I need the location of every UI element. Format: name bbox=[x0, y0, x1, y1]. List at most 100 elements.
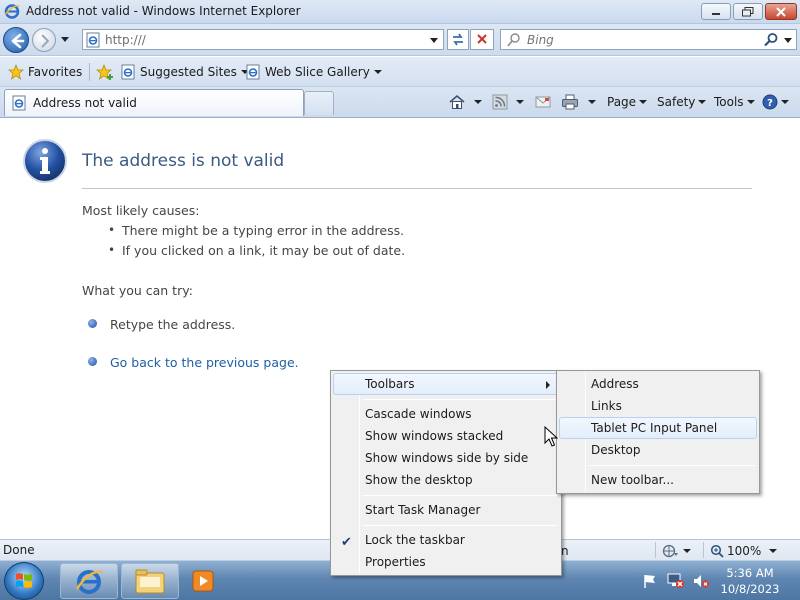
start-button[interactable] bbox=[4, 562, 44, 600]
svg-text:?: ? bbox=[767, 98, 773, 109]
add-favorite-icon bbox=[96, 64, 113, 80]
print-button[interactable] bbox=[561, 92, 579, 112]
search-icon[interactable] bbox=[763, 32, 779, 48]
menu-item-properties[interactable]: Properties bbox=[333, 551, 559, 573]
search-input[interactable] bbox=[527, 32, 757, 48]
menu-separator bbox=[589, 465, 755, 466]
stop-button[interactable] bbox=[470, 29, 494, 50]
help-icon: ? bbox=[762, 94, 778, 110]
tools-menu-label: Tools bbox=[714, 95, 744, 109]
clock-time: 5:36 AM bbox=[726, 566, 774, 580]
home-dropdown-icon[interactable] bbox=[474, 100, 482, 104]
try-item-retype: Retype the address. bbox=[110, 317, 236, 332]
menu-separator bbox=[363, 399, 557, 400]
menu-item-desktop-toolbar[interactable]: Desktop bbox=[559, 439, 757, 461]
help-button[interactable]: ? bbox=[762, 92, 789, 112]
feeds-button[interactable] bbox=[492, 92, 508, 112]
globe-settings-icon bbox=[662, 544, 678, 557]
address-input[interactable] bbox=[105, 32, 425, 48]
chevron-down-icon bbox=[746, 100, 755, 104]
menu-item-tablet-pc-input-panel[interactable]: Tablet PC Input Panel bbox=[559, 417, 757, 439]
menu-item-label: Tablet PC Input Panel bbox=[591, 421, 718, 435]
suggested-sites-link[interactable]: Suggested Sites bbox=[120, 62, 249, 82]
chevron-down-icon bbox=[373, 70, 382, 74]
back-button[interactable] bbox=[3, 27, 29, 53]
home-icon bbox=[449, 95, 465, 109]
menu-item-label: Start Task Manager bbox=[365, 503, 481, 517]
favorites-button[interactable]: Favorites bbox=[8, 62, 82, 82]
web-slice-gallery-link[interactable]: Web Slice Gallery bbox=[245, 62, 382, 82]
menu-item-show-windows-stacked[interactable]: Show windows stacked bbox=[333, 425, 559, 447]
title-bar[interactable]: Address not valid - Windows Internet Exp… bbox=[0, 0, 800, 24]
system-clock[interactable]: 5:36 AM 10/8/2023 bbox=[706, 565, 794, 597]
close-icon bbox=[776, 6, 786, 17]
internet-explorer-icon bbox=[4, 4, 20, 19]
action-center-flag-icon[interactable] bbox=[642, 573, 658, 589]
safety-menu-button[interactable]: Safety bbox=[657, 92, 707, 112]
menu-item-links-toolbar[interactable]: Links bbox=[559, 395, 757, 417]
page-menu-label: Page bbox=[607, 95, 637, 109]
printer-icon bbox=[562, 94, 578, 110]
ie-page-icon bbox=[246, 64, 260, 80]
taskbar-windows-explorer[interactable] bbox=[121, 563, 179, 599]
forward-arrow-icon bbox=[41, 34, 50, 48]
navigation-bar bbox=[0, 24, 800, 56]
tools-menu-button[interactable]: Tools bbox=[714, 92, 755, 112]
menu-item-toolbars[interactable]: Toolbars bbox=[333, 373, 559, 395]
home-button[interactable] bbox=[448, 92, 466, 112]
page-menu-button[interactable]: Page bbox=[607, 92, 648, 112]
address-dropdown-icon[interactable] bbox=[428, 33, 440, 47]
cause-item: There might be a typing error in the add… bbox=[122, 223, 405, 238]
maximize-button[interactable] bbox=[733, 3, 763, 20]
cause-item: If you clicked on a link, it may be out … bbox=[122, 243, 406, 258]
menu-item-cascade-windows[interactable]: Cascade windows bbox=[333, 403, 559, 425]
menu-item-lock-taskbar[interactable]: ✔ Lock the taskbar bbox=[333, 529, 559, 551]
print-dropdown-icon[interactable] bbox=[588, 100, 596, 104]
search-box[interactable] bbox=[500, 29, 797, 50]
search-options-dropdown-icon[interactable] bbox=[782, 33, 794, 47]
stop-icon bbox=[477, 34, 487, 44]
network-disconnected-icon[interactable] bbox=[667, 573, 685, 589]
menu-item-label: Links bbox=[591, 399, 622, 413]
zone-text: n bbox=[561, 543, 569, 558]
forward-button[interactable] bbox=[32, 28, 56, 52]
toolbars-submenu: Address Links Tablet PC Input Panel Desk… bbox=[556, 370, 760, 494]
taskbar-media-player[interactable] bbox=[181, 563, 225, 599]
menu-item-label: New toolbar... bbox=[591, 473, 674, 487]
add-to-favorites-bar-button[interactable] bbox=[96, 62, 114, 82]
tab-bar: Address not valid Page Safety Tools ? bbox=[0, 87, 800, 118]
menu-item-start-task-manager[interactable]: Start Task Manager bbox=[333, 499, 559, 521]
minimize-button[interactable] bbox=[701, 3, 731, 20]
safety-menu-label: Safety bbox=[657, 95, 696, 109]
menu-item-label: Show windows stacked bbox=[365, 429, 504, 443]
blue-bullet-icon bbox=[88, 357, 97, 366]
close-button[interactable] bbox=[765, 3, 797, 20]
menu-item-address-toolbar[interactable]: Address bbox=[559, 373, 757, 395]
menu-item-label: Lock the taskbar bbox=[365, 533, 465, 547]
menu-item-show-desktop[interactable]: Show the desktop bbox=[333, 469, 559, 491]
read-mail-button[interactable] bbox=[535, 92, 551, 112]
menu-item-new-toolbar[interactable]: New toolbar... bbox=[559, 469, 757, 491]
taskbar-internet-explorer[interactable] bbox=[60, 563, 118, 599]
go-back-link[interactable]: Go back to the previous page. bbox=[110, 355, 299, 370]
new-tab-button[interactable] bbox=[304, 91, 334, 115]
ie-page-icon bbox=[121, 64, 135, 80]
feeds-dropdown-icon[interactable] bbox=[516, 100, 524, 104]
zoom-icon bbox=[710, 544, 724, 558]
menu-item-label: Desktop bbox=[591, 443, 641, 457]
menu-item-show-side-by-side[interactable]: Show windows side by side bbox=[333, 447, 559, 469]
protected-mode-button[interactable] bbox=[662, 542, 691, 559]
refresh-button[interactable] bbox=[447, 29, 469, 50]
divider bbox=[82, 188, 752, 189]
recent-pages-dropdown-icon[interactable] bbox=[59, 33, 71, 45]
favorites-star-icon bbox=[8, 64, 24, 80]
bullet-icon: • bbox=[108, 243, 116, 257]
back-arrow-icon bbox=[11, 33, 25, 49]
tab-address-not-valid[interactable]: Address not valid bbox=[4, 89, 304, 116]
rss-feed-icon bbox=[492, 94, 508, 110]
taskbar-context-menu: Toolbars Cascade windows Show windows st… bbox=[330, 370, 562, 576]
favorites-separator bbox=[89, 63, 90, 81]
zoom-button[interactable]: 100% bbox=[710, 542, 761, 559]
address-bar[interactable] bbox=[82, 29, 444, 50]
zoom-dropdown-icon[interactable] bbox=[769, 549, 777, 553]
